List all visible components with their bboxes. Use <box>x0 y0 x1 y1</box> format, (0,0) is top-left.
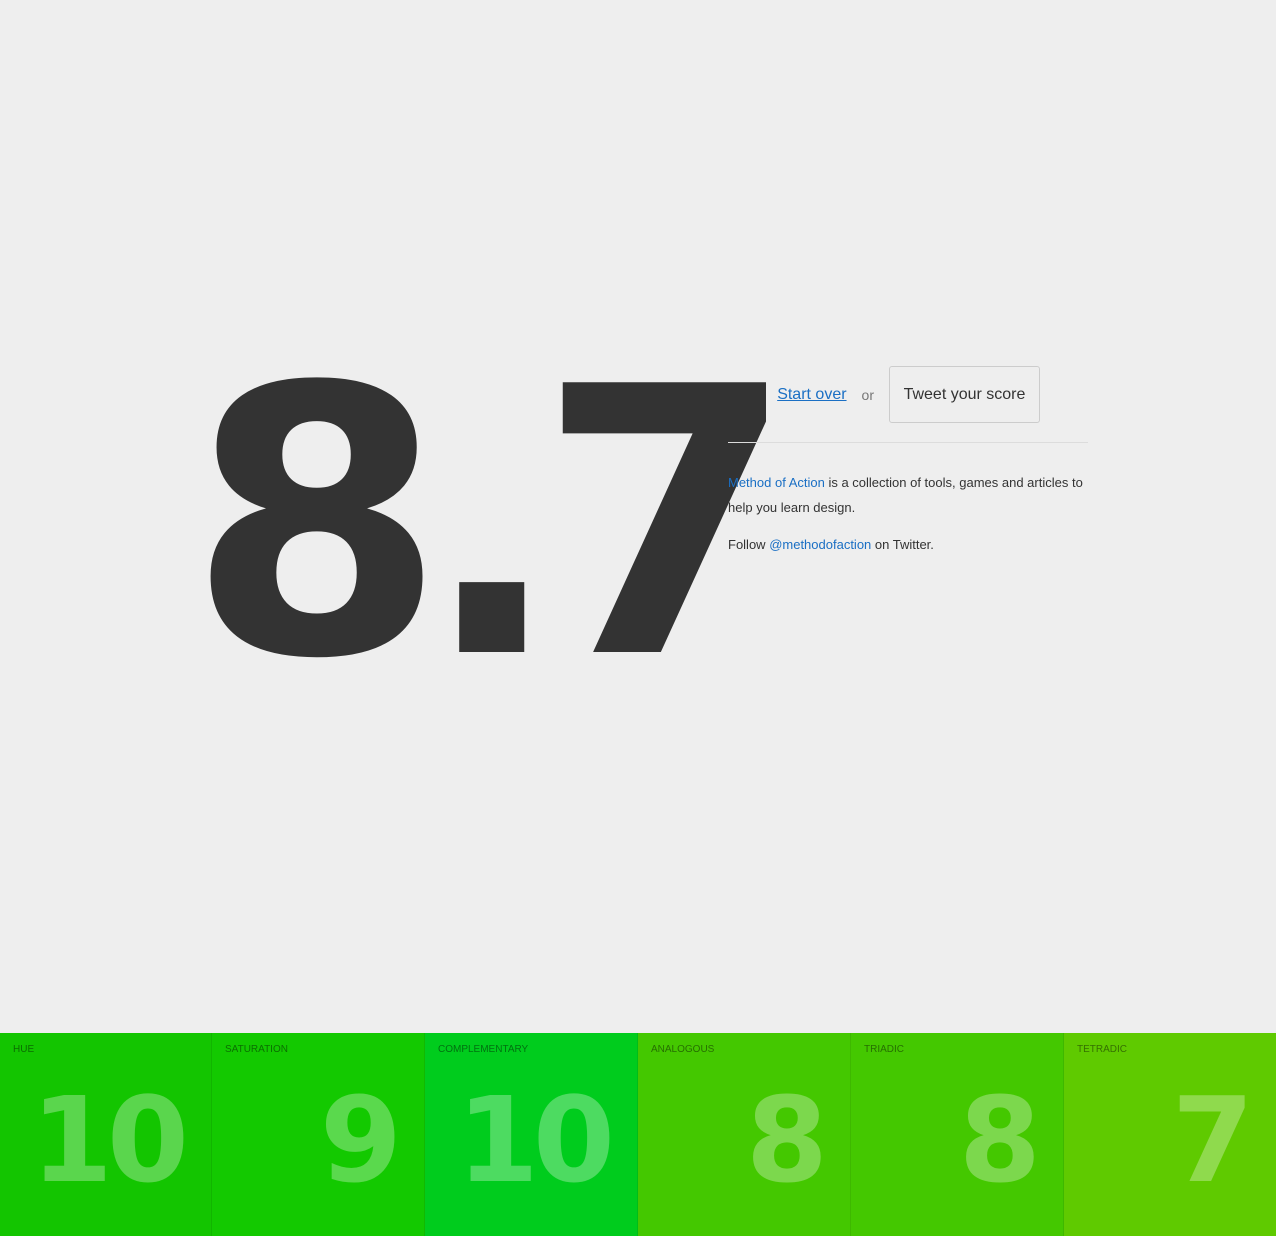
follow-prefix: Follow <box>728 537 770 552</box>
total-score: 8.7 <box>188 310 795 740</box>
follow-text: Follow @methodofaction on Twitter. <box>728 536 1088 554</box>
tile-score: 8 <box>745 1071 828 1209</box>
side-panel: Start over or Tweet your score Method of… <box>728 366 1088 554</box>
tile-tetradic: TETRADIC 7 <box>1064 1033 1276 1236</box>
about-text: Method of Action is a collection of tool… <box>728 470 1088 520</box>
tile-hue: HUE 10 <box>0 1033 212 1236</box>
tweet-score-button[interactable]: Tweet your score <box>889 366 1040 423</box>
start-over-link[interactable]: Start over <box>777 386 846 404</box>
tile-label: TETRADIC <box>1077 1044 1127 1055</box>
tile-label: SATURATION <box>225 1044 288 1055</box>
score-page: 8.7 Start over or Tweet your score Metho… <box>0 0 1276 1236</box>
actions-row: Start over or Tweet your score <box>728 366 1088 423</box>
divider <box>728 442 1088 443</box>
category-scores: HUE 10 SATURATION 9 COMPLEMENTARY 10 ANA… <box>0 1033 1276 1236</box>
tile-score: 10 <box>456 1071 615 1209</box>
tile-label: COMPLEMENTARY <box>438 1044 529 1055</box>
tile-saturation: SATURATION 9 <box>212 1033 425 1236</box>
tile-score: 8 <box>958 1071 1041 1209</box>
tile-label: HUE <box>13 1044 35 1055</box>
tile-score: 10 <box>30 1071 189 1209</box>
tile-triadic: TRIADIC 8 <box>851 1033 1064 1236</box>
tile-label: TRIADIC <box>864 1044 904 1055</box>
follow-suffix: on Twitter. <box>871 537 934 552</box>
tile-score: 9 <box>319 1071 402 1209</box>
tile-complementary: COMPLEMENTARY 10 <box>425 1033 638 1236</box>
tile-analogous: ANALOGOUS 8 <box>638 1033 851 1236</box>
or-text: or <box>861 386 874 403</box>
tile-score: 7 <box>1171 1071 1254 1209</box>
method-of-action-link[interactable]: Method of Action <box>728 475 825 490</box>
twitter-handle-link[interactable]: @methodofaction <box>769 537 871 552</box>
tile-label: ANALOGOUS <box>651 1044 715 1055</box>
